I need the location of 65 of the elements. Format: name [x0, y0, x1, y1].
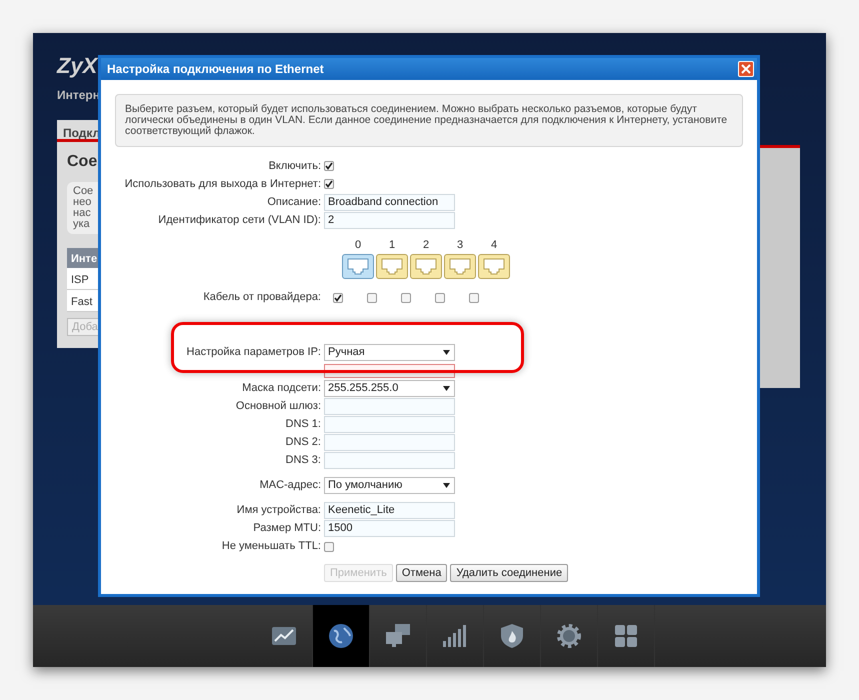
- field-label: DNS 1:: [284, 417, 322, 432]
- close-icon: [741, 64, 751, 74]
- field-label: Основной шлюз:: [234, 399, 322, 414]
- port-number: 0: [354, 238, 362, 253]
- toolbar-button[interactable]: [313, 605, 370, 667]
- input-field[interactable]: Broadband connection: [324, 194, 455, 210]
- input-field[interactable]: [324, 434, 455, 451]
- field-label: Размер MTU:: [252, 521, 322, 536]
- caret-icon: [443, 483, 450, 488]
- dialog-button[interactable]: Удалить соединение: [450, 564, 568, 582]
- field-label: Использовать для выхода в Интернет:: [124, 176, 322, 192]
- table-header: Инте: [67, 248, 98, 268]
- field-label: MAC-адрес:: [258, 478, 322, 494]
- checkbox[interactable]: [324, 179, 334, 189]
- checkbox[interactable]: [435, 292, 445, 302]
- shield-icon: [498, 622, 526, 650]
- globe-icon: [327, 622, 355, 650]
- field-label: Имя устройства:: [236, 503, 322, 518]
- port-number: 4: [490, 238, 498, 253]
- field-label: Настройка параметров IP:: [186, 345, 322, 360]
- input-field[interactable]: Keenetic_Lite: [324, 502, 455, 519]
- info-message: Выберите разъем, который будет использоваться соединением. Можно выбрать несколько разъемов, которые будут логически объединены в один VLAN. Если данное соединение предназначается для подключения к Интернету, установите соответствующий флажок.: [115, 94, 743, 147]
- table-cell: ISP: [67, 268, 98, 290]
- section-title: Интерн: [57, 87, 98, 104]
- field-label: Маска подсети:: [241, 381, 322, 396]
- port-number: 3: [456, 238, 464, 253]
- input-field[interactable]: [324, 398, 455, 415]
- field-label: Не уменьшать TTL:: [220, 539, 322, 554]
- info-text: нас: [73, 208, 92, 219]
- logo: ZyX: [57, 53, 98, 79]
- checkbox[interactable]: [333, 292, 343, 302]
- dropdown[interactable]: Ручная: [324, 344, 455, 361]
- checkbox[interactable]: [324, 542, 334, 552]
- field-label: Описание:: [266, 194, 322, 210]
- info-text: нео: [73, 197, 92, 208]
- dialog-button[interactable]: Отмена: [396, 564, 448, 582]
- field-label: DNS 3:: [284, 453, 322, 468]
- port-number: 1: [388, 238, 396, 253]
- caret-icon: [443, 350, 450, 355]
- info-text: Сое: [73, 186, 94, 197]
- checkbox[interactable]: [367, 292, 377, 302]
- signal-bars-icon: [441, 622, 469, 650]
- field-label: Идентификатор сети (VLAN ID):: [157, 212, 322, 228]
- info-text: ука: [73, 219, 91, 230]
- input-field[interactable]: 2: [324, 212, 455, 228]
- section-heading: Сое: [67, 152, 98, 172]
- input-field[interactable]: [324, 452, 455, 469]
- checkbox[interactable]: [324, 161, 334, 171]
- field-label: DNS 2:: [284, 435, 322, 450]
- input-field[interactable]: [324, 416, 455, 433]
- checkbox[interactable]: [401, 292, 411, 302]
- field-label: Кабель от провайдера:: [202, 290, 322, 306]
- close-button[interactable]: [738, 61, 754, 77]
- port-number: 2: [422, 238, 430, 253]
- checkbox[interactable]: [469, 292, 479, 302]
- gear-icon: [555, 622, 583, 650]
- dropdown[interactable]: 255.255.255.0: [324, 380, 455, 397]
- monitors-icon: [384, 622, 412, 650]
- input-field[interactable]: 1500: [324, 520, 455, 537]
- caret-icon: [443, 386, 450, 391]
- dialog-title: Настройка подключения по Ethernet: [107, 61, 324, 78]
- grid-icon: [612, 622, 640, 650]
- dropdown[interactable]: По умолчанию: [324, 477, 455, 494]
- table-cell: Fast: [67, 290, 98, 312]
- field-label: Включить:: [268, 158, 322, 174]
